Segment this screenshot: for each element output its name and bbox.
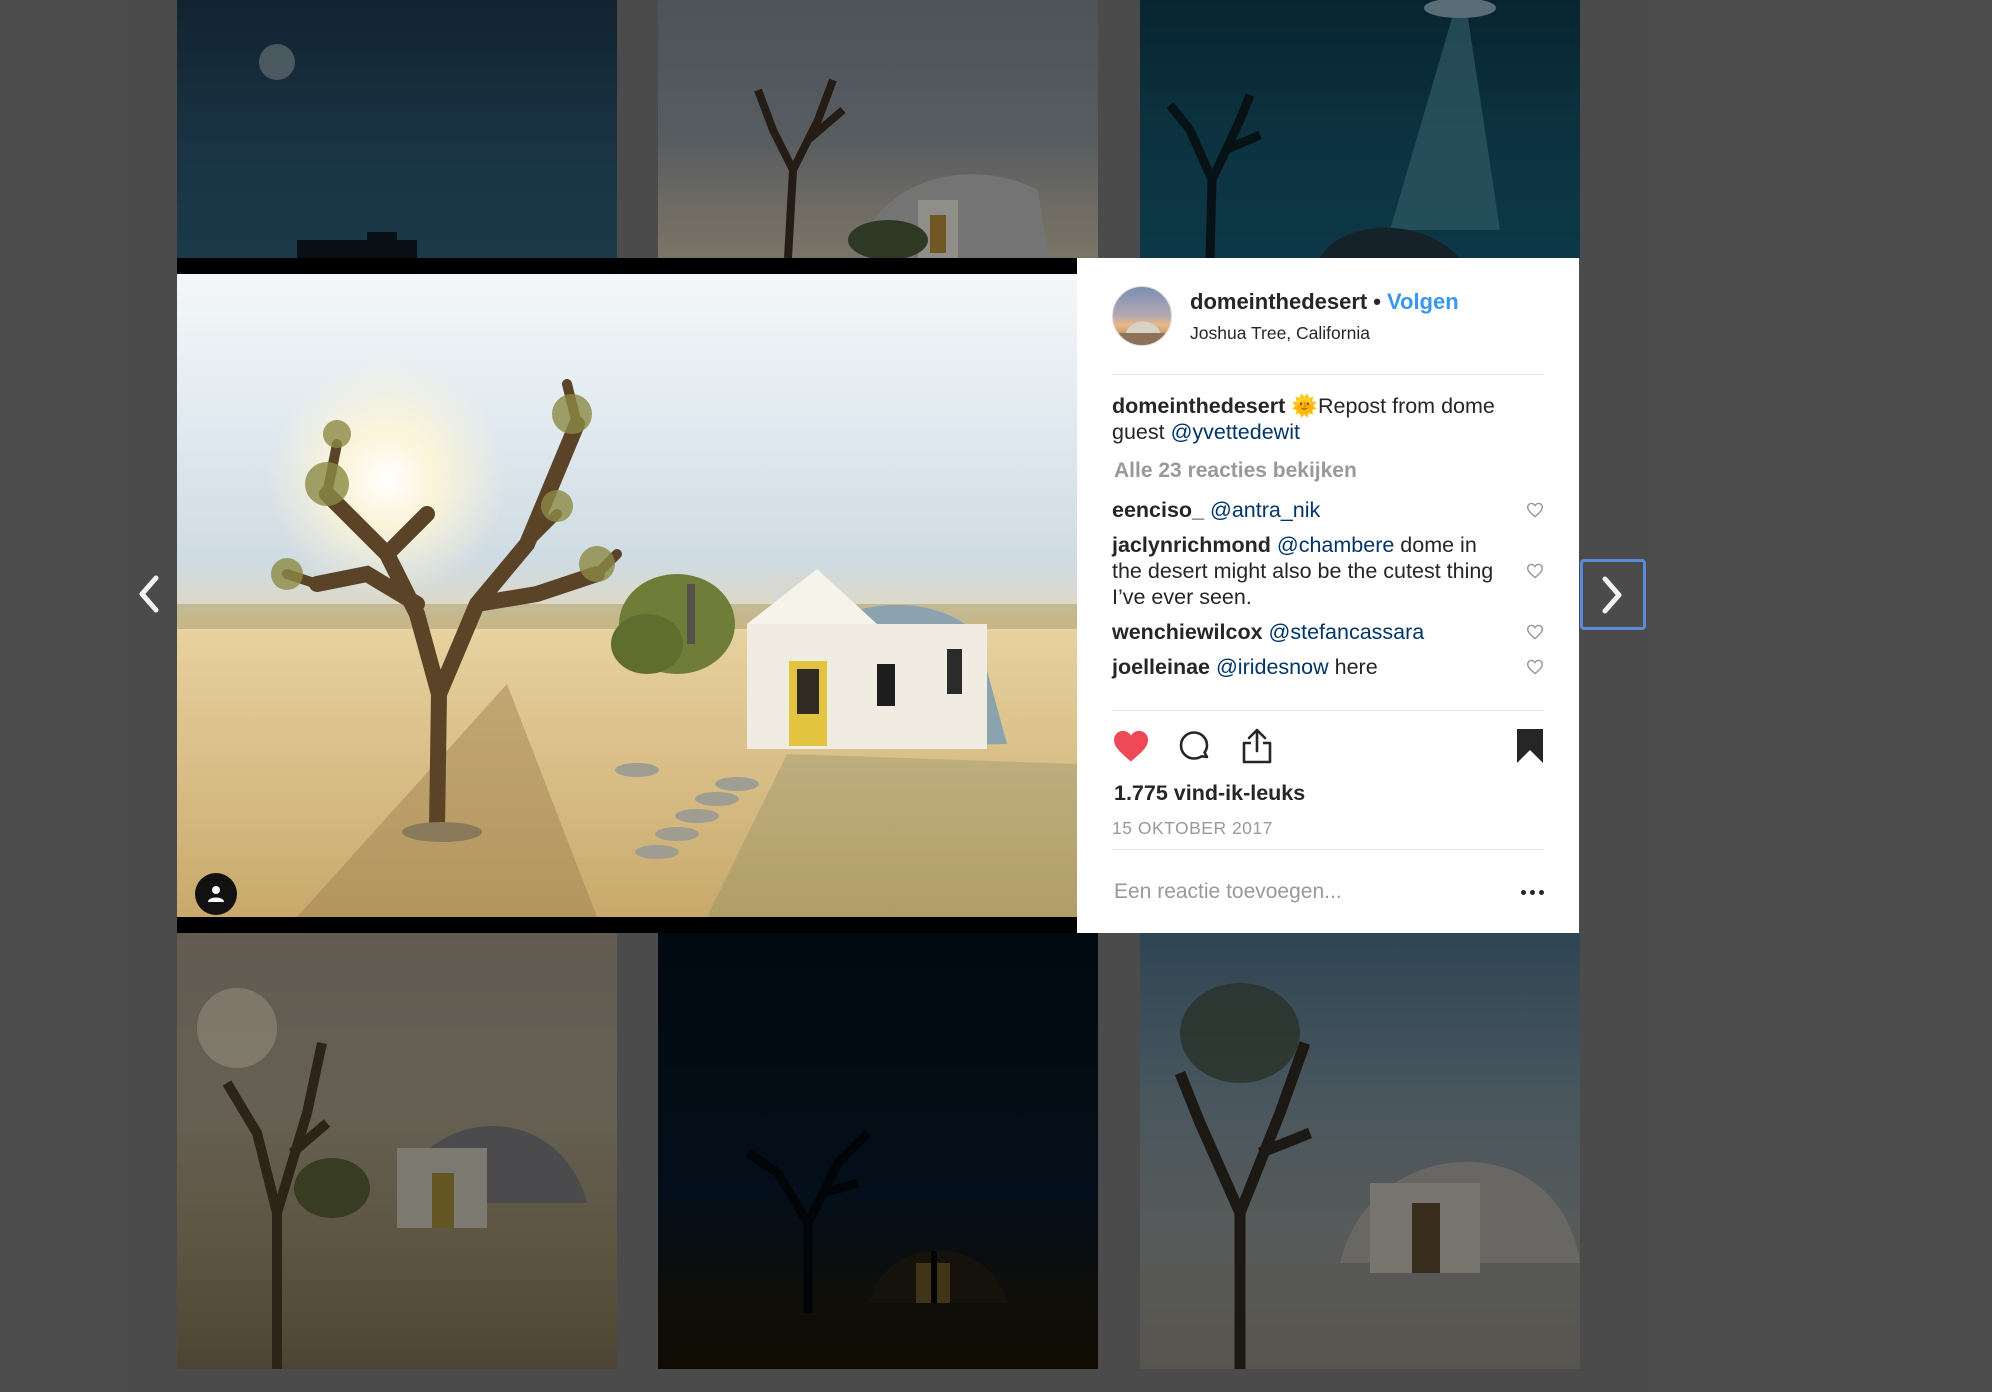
comment-body: here [1328, 655, 1378, 679]
comment-like-button[interactable] [1522, 654, 1544, 680]
comment-text: eenciso_ @antra_nik [1112, 497, 1502, 523]
action-bar [1112, 711, 1544, 781]
comment-username[interactable]: eenciso_ [1112, 498, 1204, 522]
comments-section: domeinthedesert 🌞Repost from dome guest … [1112, 375, 1544, 711]
comment-mention[interactable]: @stefancassara [1269, 620, 1425, 644]
avatar[interactable] [1112, 286, 1172, 346]
share-button[interactable] [1240, 724, 1304, 768]
more-dot [1539, 889, 1544, 895]
chevron-right-icon [1602, 576, 1622, 613]
comment-text: jaclynrichmond @chambere dome in the des… [1112, 532, 1502, 610]
user-tag-button[interactable] [195, 873, 237, 915]
comment-mention[interactable]: @iridesnow [1216, 655, 1329, 679]
post-side-panel: domeinthedesert • Volgen Joshua Tree, Cali… [1077, 258, 1579, 933]
comment-mention[interactable]: @chambere [1277, 533, 1394, 557]
post-location[interactable]: Joshua Tree, California [1190, 323, 1459, 344]
bookmark-icon [1517, 729, 1543, 763]
heart-outline-icon [1526, 659, 1544, 675]
previous-post-button[interactable] [126, 572, 170, 616]
comment-text: joelleinae @iridesnow here [1112, 654, 1502, 680]
likes-count[interactable]: 1.775 vind-ik-leuks [1112, 781, 1544, 806]
heart-icon [1114, 730, 1148, 762]
comment-like-button[interactable] [1522, 497, 1544, 523]
comment-row: eenciso_ @antra_nik [1112, 497, 1544, 523]
comment-like-button[interactable] [1522, 619, 1544, 645]
comment-username[interactable]: jaclynrichmond [1112, 533, 1271, 557]
caption-username[interactable]: domeinthedesert [1112, 394, 1285, 418]
post-modal: domeinthedesert • Volgen Joshua Tree, Cali… [177, 258, 1579, 933]
more-options-button[interactable] [1504, 889, 1544, 895]
more-dot [1521, 889, 1526, 895]
header-title-line: domeinthedesert • Volgen [1190, 289, 1459, 315]
like-button[interactable] [1112, 724, 1176, 768]
add-comment-bar [1112, 850, 1544, 934]
comment-row: jaclynrichmond @chambere dome in the des… [1112, 532, 1544, 610]
heart-outline-icon [1526, 563, 1544, 579]
comment-mention[interactable]: @antra_nik [1210, 498, 1320, 522]
chevron-left-icon [139, 575, 159, 613]
caption-mention[interactable]: @yvettedewit [1171, 420, 1300, 444]
save-button[interactable] [1504, 724, 1544, 768]
comment-icon [1179, 731, 1209, 760]
comment-input[interactable] [1112, 880, 1504, 904]
comment-username[interactable]: wenchiewilcox [1112, 620, 1263, 644]
heart-outline-icon [1526, 624, 1544, 640]
comment-row: wenchiewilcox @stefancassara [1112, 619, 1544, 645]
comment-username[interactable]: joelleinae [1112, 655, 1210, 679]
post-date[interactable]: 15 OKTOBER 2017 [1112, 818, 1544, 850]
comment-text: wenchiewilcox @stefancassara [1112, 619, 1502, 645]
follow-button[interactable]: Volgen [1387, 289, 1459, 314]
share-icon [1242, 728, 1272, 764]
comment-row: joelleinae @iridesnow here [1112, 654, 1544, 680]
user-tag-icon [208, 886, 224, 902]
sun-emoji-icon: 🌞 [1291, 394, 1318, 418]
heart-outline-icon [1526, 502, 1544, 518]
post-caption: domeinthedesert 🌞Repost from dome guest … [1112, 393, 1544, 445]
comment-button[interactable] [1176, 724, 1240, 768]
post-photo[interactable] [177, 258, 1077, 933]
post-header: domeinthedesert • Volgen Joshua Tree, Cali… [1112, 258, 1544, 375]
post-image-scene [177, 359, 1077, 917]
view-all-comments-link[interactable]: Alle 23 reacties bekijken [1112, 459, 1544, 483]
comment-like-button[interactable] [1522, 532, 1544, 610]
separator-dot: • [1373, 288, 1381, 314]
avatar-image [1113, 321, 1171, 345]
post-image [177, 274, 1077, 917]
more-dot [1530, 889, 1535, 895]
next-post-button[interactable] [1580, 559, 1646, 630]
post-username[interactable]: domeinthedesert [1190, 289, 1367, 314]
